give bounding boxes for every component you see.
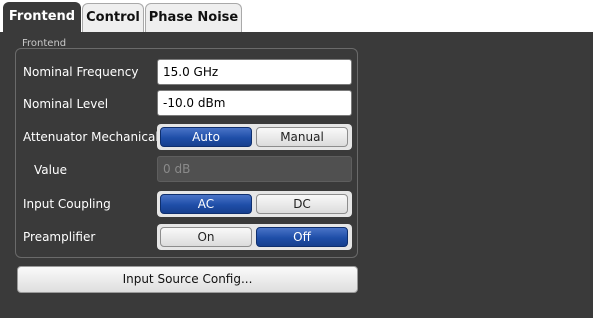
- nominal-level-label: Nominal Level: [23, 97, 109, 111]
- attenuator-mechanical-toggle: Auto Manual: [157, 124, 352, 150]
- coupling-ac-button[interactable]: AC: [160, 194, 252, 214]
- tab-frontend[interactable]: Frontend: [3, 2, 81, 32]
- input-coupling-toggle: AC DC: [157, 191, 352, 217]
- preamplifier-toggle: On Off: [157, 224, 352, 250]
- preamplifier-label: Preamplifier: [23, 230, 96, 244]
- nominal-frequency-field[interactable]: 15.0 GHz: [157, 59, 352, 85]
- tab-bar: Frontend Control Phase Noise: [0, 0, 593, 32]
- input-coupling-label: Input Coupling: [23, 197, 111, 211]
- preamplifier-on-button[interactable]: On: [160, 227, 252, 247]
- attenuator-auto-button[interactable]: Auto: [160, 127, 252, 147]
- nominal-level-field[interactable]: -10.0 dBm: [157, 90, 352, 116]
- attenuator-value-field[interactable]: 0 dB: [157, 156, 352, 182]
- input-source-config-button[interactable]: Input Source Config...: [17, 266, 358, 293]
- attenuator-manual-button[interactable]: Manual: [256, 127, 348, 147]
- nominal-frequency-label: Nominal Frequency: [23, 65, 139, 79]
- attenuator-value-label: Value: [34, 163, 67, 177]
- preamplifier-off-button[interactable]: Off: [256, 227, 348, 247]
- attenuator-mechanical-label: Attenuator Mechanical: [23, 130, 159, 144]
- tab-phase-noise[interactable]: Phase Noise: [145, 3, 242, 32]
- tab-control[interactable]: Control: [82, 3, 144, 32]
- coupling-dc-button[interactable]: DC: [256, 194, 348, 214]
